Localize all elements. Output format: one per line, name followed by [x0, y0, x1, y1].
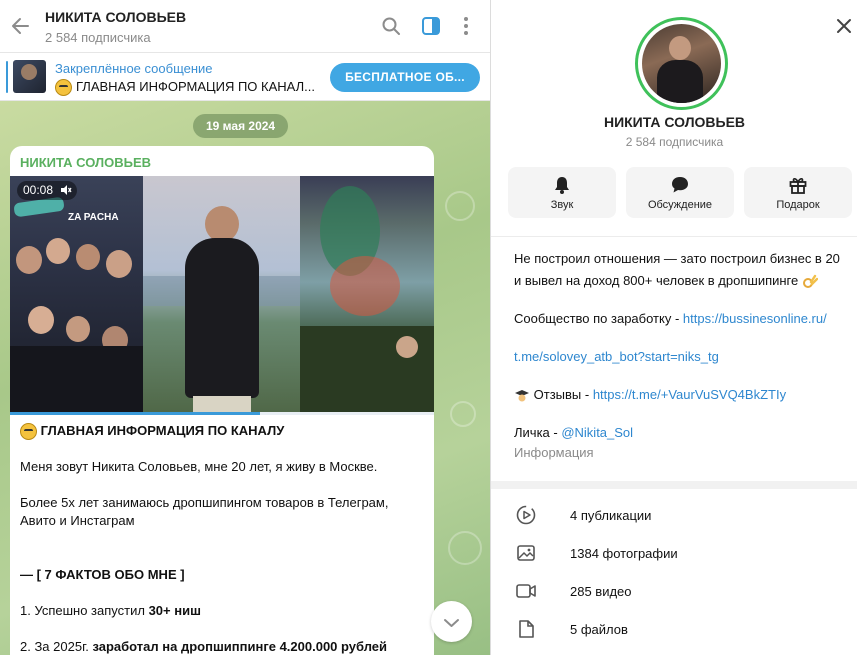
scroll-down-button[interactable] — [431, 601, 472, 642]
photo-smoke[interactable] — [300, 176, 434, 412]
close-icon[interactable] — [835, 17, 853, 35]
graduate-emoji-icon — [515, 389, 529, 402]
post-intro: Меня зовут Никита Соловьев, мне 20 лет, … — [20, 459, 378, 474]
stat-photos[interactable]: 1384 фотографии — [491, 535, 857, 573]
sidebar-toggle-icon[interactable] — [419, 14, 443, 38]
reviews-link[interactable]: https://t.me/+VaurVuSVQ4BkZTIy — [593, 387, 786, 402]
chat-bubble-icon — [672, 177, 688, 193]
bot-link[interactable]: t.me/solovey_atb_bot?start=niks_tg — [514, 349, 719, 364]
media-stats: 4 публикации 1384 фотографии 285 видео 5… — [491, 489, 857, 655]
channel-info-pane: НИКИТА СОЛОВЬЕВ 2 584 подписчика Звук Об… — [490, 0, 857, 655]
sunglasses-emoji-icon — [20, 423, 37, 441]
video-progress-bar[interactable] — [10, 412, 434, 415]
reviews-line: Отзывы - https://t.me/+VaurVuSVQ4BkZTIy — [514, 387, 786, 404]
bell-icon — [555, 177, 569, 194]
chevron-down-icon — [444, 619, 459, 627]
pinned-label: Закреплённое сообщение — [55, 61, 213, 76]
back-arrow-icon[interactable] — [8, 13, 34, 39]
chat-header: НИКИТА СОЛОВЬЕВ 2 584 подписчика — [0, 0, 490, 53]
stat-videos[interactable]: 285 видео — [491, 573, 857, 611]
description-caption: Информация — [514, 445, 594, 460]
personal-link[interactable]: @Nikita_Sol — [561, 425, 633, 440]
info-subscribers: 2 584 подписчика — [625, 135, 724, 149]
pinned-message[interactable]: Закреплённое сообщение ГЛАВНАЯ ИНФОРМАЦИ… — [0, 53, 490, 101]
gift-button[interactable]: Подарок — [744, 167, 852, 218]
mute-icon[interactable] — [60, 184, 72, 196]
personal-line: Личка - @Nikita_Sol — [514, 425, 634, 440]
chat-pane: НИКИТА СОЛОВЬЕВ 2 584 подписчика Закрепл… — [0, 0, 490, 655]
community-link[interactable]: https://bussinesonline.ru/ — [683, 311, 827, 326]
facts-title: — [ 7 ФАКТОВ ОБО МНЕ ] — [20, 567, 185, 582]
video-icon — [516, 584, 536, 598]
channel-subscribers: 2 584 подписчика — [45, 30, 151, 45]
gift-icon — [789, 178, 807, 194]
stat-files[interactable]: 5 файлов — [491, 611, 857, 649]
avatar — [642, 24, 721, 103]
photo-group[interactable]: ZA PACHA — [10, 176, 143, 412]
fact-item: 2. За 2025г. заработал на дропшиппинге 4… — [20, 639, 388, 654]
info-channel-name: НИКИТА СОЛОВЬЕВ — [603, 114, 746, 130]
image-icon — [517, 545, 535, 561]
pinned-text: ГЛАВНАЯ ИНФОРМАЦИЯ ПО КАНАЛ... — [76, 79, 315, 94]
video-progress-fill — [10, 412, 261, 415]
mute-button[interactable]: Звук — [508, 167, 616, 218]
chat-background: 19 мая 2024 НИКИТА СОЛОВЬЕВ ZA PACHA 00:… — [0, 101, 490, 655]
play-circle-icon — [516, 505, 536, 525]
channel-post: НИКИТА СОЛОВЬЕВ ZA PACHA 00:08 ГЛАВНАЯ И… — [10, 146, 434, 655]
description-line: и вывел на доход 800+ человек в дропшипи… — [514, 273, 818, 290]
photo-portrait[interactable] — [143, 176, 300, 412]
search-icon[interactable] — [379, 14, 403, 38]
fact-item: 1. Успешно запустил 30+ ниш — [20, 603, 201, 618]
discussion-button[interactable]: Обсуждение — [626, 167, 734, 218]
channel-title[interactable]: НИКИТА СОЛОВЬЕВ — [45, 9, 186, 25]
description-line: Не построил отношения — зато построил би… — [514, 251, 840, 266]
stat-publications[interactable]: 4 публикации — [491, 497, 857, 535]
free-offer-button[interactable]: БЕСПЛАТНОЕ ОБ... — [330, 63, 480, 92]
avatar-story-ring[interactable] — [635, 17, 728, 110]
post-author[interactable]: НИКИТА СОЛОВЬЕВ — [20, 155, 151, 170]
pinned-thumbnail — [13, 60, 46, 93]
post-para-line: Авито и Инстаграм — [20, 513, 135, 528]
file-icon — [519, 620, 534, 638]
more-options-icon[interactable] — [454, 14, 478, 38]
community-line: Сообщество по заработку - https://bussin… — [514, 311, 827, 326]
post-para-line: Более 5х лет занимаюсь дропшипингом това… — [20, 495, 389, 510]
ok-hand-emoji-icon — [802, 274, 818, 288]
pinned-indicator — [6, 61, 8, 93]
media-album[interactable]: ZA PACHA 00:08 — [10, 176, 434, 412]
info-header: НИКИТА СОЛОВЬЕВ 2 584 подписчика Звук Об… — [491, 0, 857, 236]
post-headline: ГЛАВНАЯ ИНФОРМАЦИЯ ПО КАНАЛУ — [20, 422, 284, 441]
sunglasses-emoji-icon — [55, 79, 72, 96]
channel-description: Не построил отношения — зато построил би… — [491, 236, 857, 481]
date-badge: 19 мая 2024 — [193, 114, 289, 138]
